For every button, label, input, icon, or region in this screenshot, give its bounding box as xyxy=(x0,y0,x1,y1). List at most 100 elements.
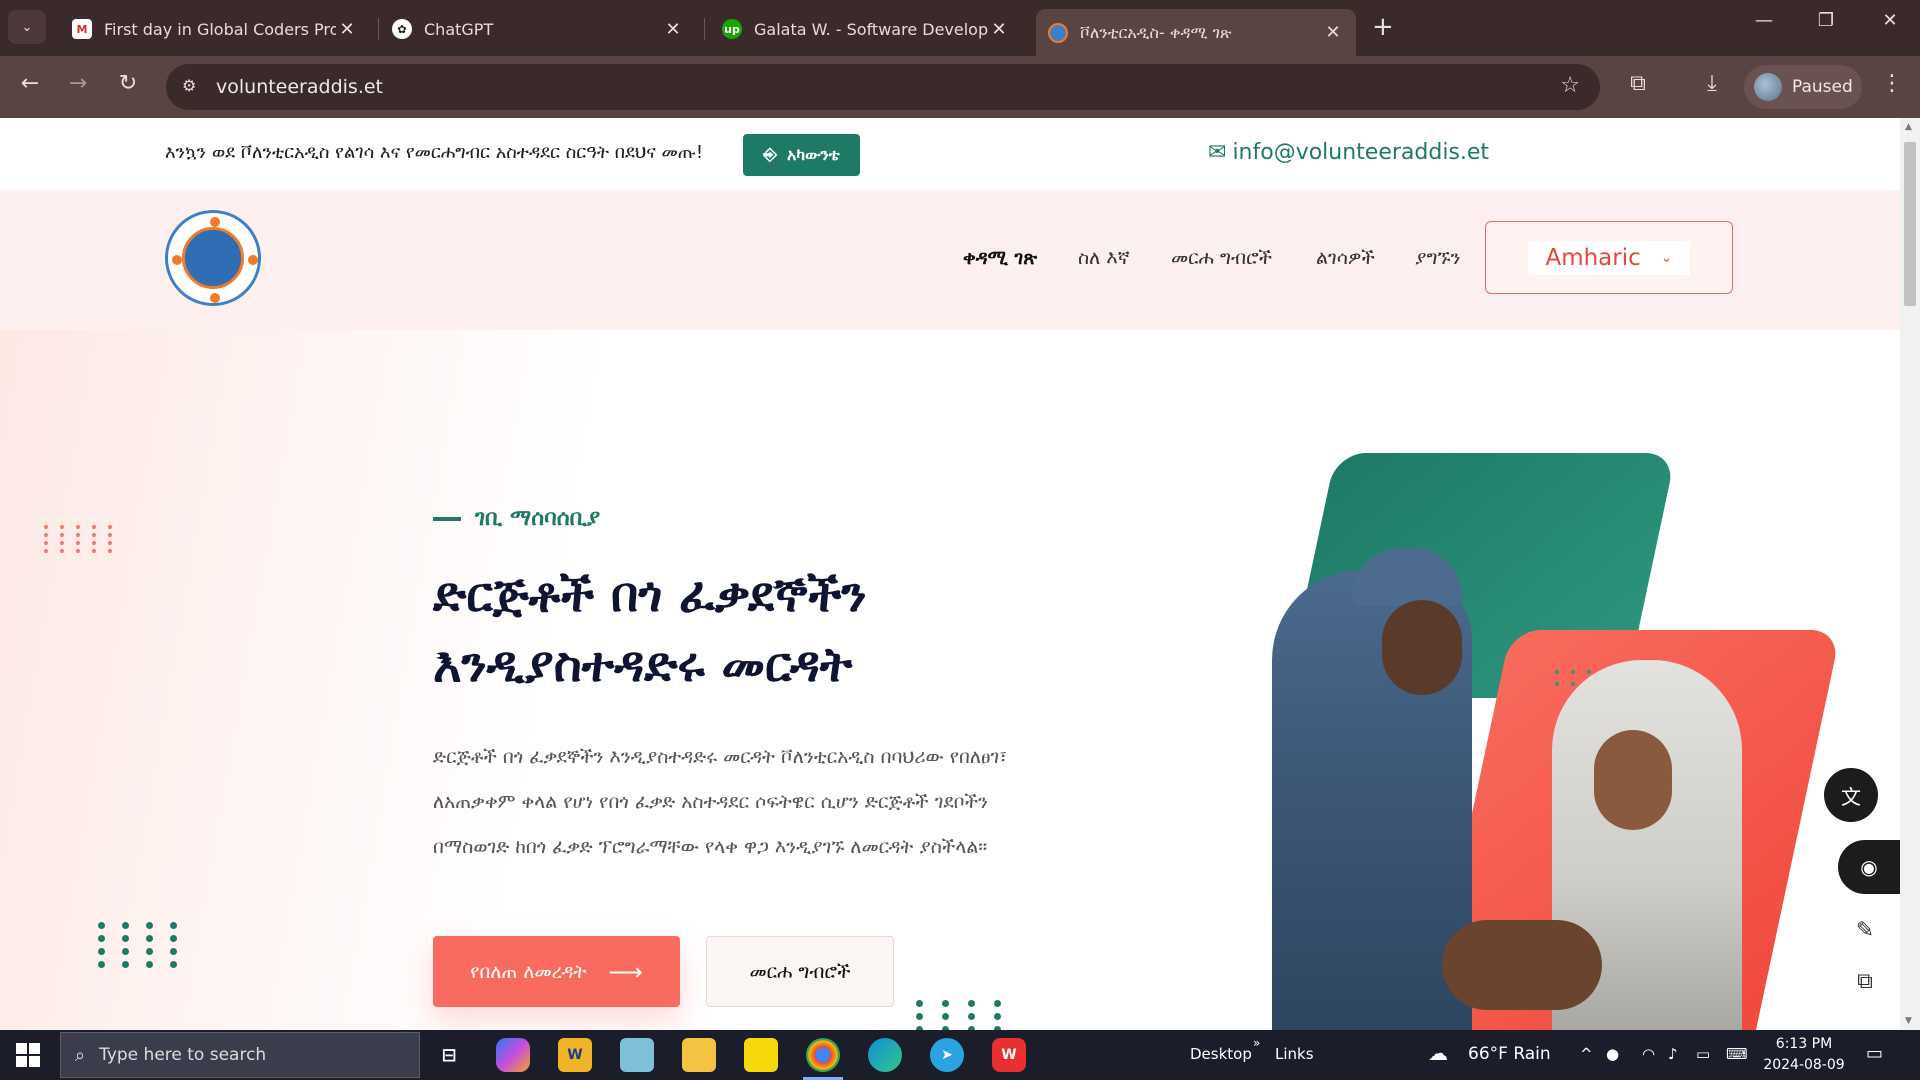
my-account-label: አካውንቴ xyxy=(786,145,840,164)
close-icon[interactable]: ✕ xyxy=(336,19,358,40)
programs-button[interactable]: መርሐ ግብሮች xyxy=(706,936,894,1007)
nav-programs[interactable]: መርሐ ግብሮች xyxy=(1171,247,1272,269)
taskbar-search[interactable]: ⌕ Type here to search xyxy=(60,1032,420,1078)
windows-start-icon[interactable] xyxy=(16,1043,40,1067)
close-icon[interactable]: ✕ xyxy=(988,19,1010,40)
tab-chatgpt[interactable]: ✿ ChatGPT ✕ xyxy=(380,9,696,49)
notepad-icon[interactable] xyxy=(620,1038,654,1072)
nav-donations[interactable]: ልገሳዎች xyxy=(1316,247,1375,269)
notifications-icon[interactable]: ▭ xyxy=(1866,1043,1883,1064)
scroll-down-icon[interactable]: ▼ xyxy=(1905,1016,1912,1026)
close-icon[interactable]: ✕ xyxy=(1322,22,1344,43)
links-toolbar-label[interactable]: Links xyxy=(1275,1045,1314,1063)
desktop-toolbar-label[interactable]: Desktop xyxy=(1190,1045,1252,1063)
weather-text[interactable]: 66°F Rain xyxy=(1468,1044,1551,1064)
menu-kebab-icon[interactable]: ⋮ xyxy=(1876,71,1908,96)
hero-description-line: ድርጅቶች በጎ ፈቃደኞችን እንዲያስተዳድሩ መርዳት ቮለንቲርአዲስ … xyxy=(433,746,1007,768)
tab-search-chevron-icon[interactable]: ⌄ xyxy=(8,10,46,44)
back-arrow-icon[interactable]: ← xyxy=(14,71,46,96)
my-account-button[interactable]: ⎆ አካውንቴ xyxy=(743,134,860,176)
decorative-dots xyxy=(44,525,120,553)
screenshot-tool-icon[interactable]: ⧉ xyxy=(1838,954,1892,1008)
minimize-icon[interactable]: — xyxy=(1744,10,1784,31)
extensions-puzzle-icon[interactable]: ⧉ xyxy=(1622,71,1654,96)
window-close-icon[interactable]: ✕ xyxy=(1870,10,1910,31)
language-select[interactable]: Amharic ⌄ xyxy=(1528,241,1690,275)
tab-title: ChatGPT xyxy=(424,19,494,39)
site-logo[interactable] xyxy=(165,210,261,306)
download-icon[interactable]: ⤓ xyxy=(1696,71,1728,96)
decorative-dot xyxy=(942,1013,949,1020)
volume-icon[interactable]: ♪ xyxy=(1668,1045,1678,1063)
logo-dot xyxy=(210,217,220,227)
tray-app-icon[interactable]: ● xyxy=(1606,1045,1619,1063)
wps-office-icon[interactable]: W xyxy=(992,1038,1026,1072)
email-link[interactable]: ✉ info@volunteeraddis.et xyxy=(1208,140,1489,165)
hero-description: ድርጅቶች በጎ ፈቃደኞችን እንዲያስተዳድሩ መርዳት ቮለንቲርአዲስ … xyxy=(433,735,1113,870)
tray-chevron-up-icon[interactable]: ^ xyxy=(1580,1045,1593,1063)
hero-description-line: ለአጠቃቀም ቀላል የሆነ የበጎ ፈቃድ አስተዳደር ሶፍትዌር ሲሆን … xyxy=(433,791,989,813)
nav-contact[interactable]: ያግኙን xyxy=(1415,247,1460,269)
profile-button[interactable]: Paused xyxy=(1744,65,1862,109)
decorative-dot xyxy=(44,541,48,545)
tab-gmail[interactable]: M First day in Global Coders Program ✕ xyxy=(60,9,370,49)
hero-tagline: ገቢ ማሰባሰቢያ xyxy=(433,506,600,531)
tab-volunteeraddis[interactable]: ቮለንቲርአዲስ- ቀዳሚ ገጽ ✕ xyxy=(1036,9,1356,56)
welcome-text: እንኳን ወደ ቮለንቲርአዲስ የልገሳ እና የመርሐግብር አስተዳደር … xyxy=(165,142,704,163)
reload-icon[interactable]: ↻ xyxy=(112,71,144,96)
learn-more-button[interactable]: የበለጠ ለመረዳት ⟶ xyxy=(433,936,680,1007)
nav-about[interactable]: ስለ እኛ xyxy=(1078,247,1130,269)
battery-icon[interactable]: ▭ xyxy=(1696,1045,1710,1063)
edit-pen-icon[interactable]: ✎ xyxy=(1838,903,1892,957)
programs-label: መርሐ ግብሮች xyxy=(749,960,851,983)
edge-icon[interactable] xyxy=(868,1038,902,1072)
clock[interactable]: 6:13 PM 2024-08-09 xyxy=(1762,1034,1846,1076)
scrollbar-thumb[interactable] xyxy=(1904,142,1916,306)
envelope-icon: ✉ xyxy=(1208,140,1227,165)
decorative-dot xyxy=(92,549,96,553)
copilot-icon[interactable] xyxy=(496,1038,530,1072)
toolbar-expand-icon[interactable]: » xyxy=(1253,1036,1260,1050)
gmail-icon: M xyxy=(72,19,92,39)
decorative-dot xyxy=(916,1000,923,1007)
decorative-dot xyxy=(170,922,177,929)
decorative-dot xyxy=(146,961,153,968)
scroll-up-icon[interactable]: ▲ xyxy=(1905,122,1912,132)
arrow-right-icon: ⟶ xyxy=(608,957,643,986)
hero-title-line: እንዲያስተዳድሩ መርዳት xyxy=(433,637,853,693)
weather-rain-icon[interactable]: ☁ xyxy=(1428,1041,1448,1065)
photo-hands xyxy=(1442,920,1602,1010)
task-view-icon[interactable]: ⊟ xyxy=(432,1038,466,1072)
page-scrollbar[interactable]: ▲ ▼ xyxy=(1900,118,1920,1030)
chrome-icon[interactable] xyxy=(806,1038,840,1072)
site-settings-icon[interactable]: ⚙ xyxy=(182,76,196,95)
decorative-dot xyxy=(916,1013,923,1020)
url-text[interactable]: volunteeraddis.et xyxy=(216,76,383,98)
logo-dot xyxy=(248,255,258,265)
decorative-dot xyxy=(942,1000,949,1007)
telegram-icon[interactable]: ➤ xyxy=(930,1038,964,1072)
nav-home[interactable]: ቀዳሚ ገጽ xyxy=(963,247,1037,269)
tab-separator xyxy=(378,18,379,40)
search-icon: ⌕ xyxy=(75,1044,86,1066)
tab-upwork[interactable]: up Galata W. - Software Developer - U ✕ xyxy=(710,9,1022,49)
assistant-bot-icon[interactable]: ◉ xyxy=(1838,840,1900,894)
tab-title: ቮለንቲርአዲስ- ቀዳሚ ገጽ xyxy=(1080,22,1232,42)
decorative-dot xyxy=(146,922,153,929)
profile-status: Paused xyxy=(1792,77,1853,97)
bookmark-star-icon[interactable]: ☆ xyxy=(1560,73,1580,98)
forward-arrow-icon[interactable]: → xyxy=(62,71,94,96)
keyboard-icon[interactable]: ⌨ xyxy=(1726,1045,1748,1063)
address-bar[interactable]: ⚙ volunteeraddis.et ☆ xyxy=(166,64,1600,110)
decorative-dot xyxy=(146,935,153,942)
close-icon[interactable]: ✕ xyxy=(662,19,684,40)
tab-title: First day in Global Coders Program xyxy=(104,19,336,39)
wifi-icon[interactable]: ◠ xyxy=(1642,1045,1655,1063)
word-icon[interactable]: W xyxy=(558,1038,592,1072)
sticky-notes-icon[interactable] xyxy=(744,1038,778,1072)
decorative-dot xyxy=(108,525,112,529)
new-tab-plus-icon[interactable]: + xyxy=(1372,12,1394,42)
file-explorer-icon[interactable] xyxy=(682,1038,716,1072)
restore-icon[interactable]: ❐ xyxy=(1806,10,1846,31)
translate-icon[interactable]: 文 xyxy=(1824,768,1878,822)
